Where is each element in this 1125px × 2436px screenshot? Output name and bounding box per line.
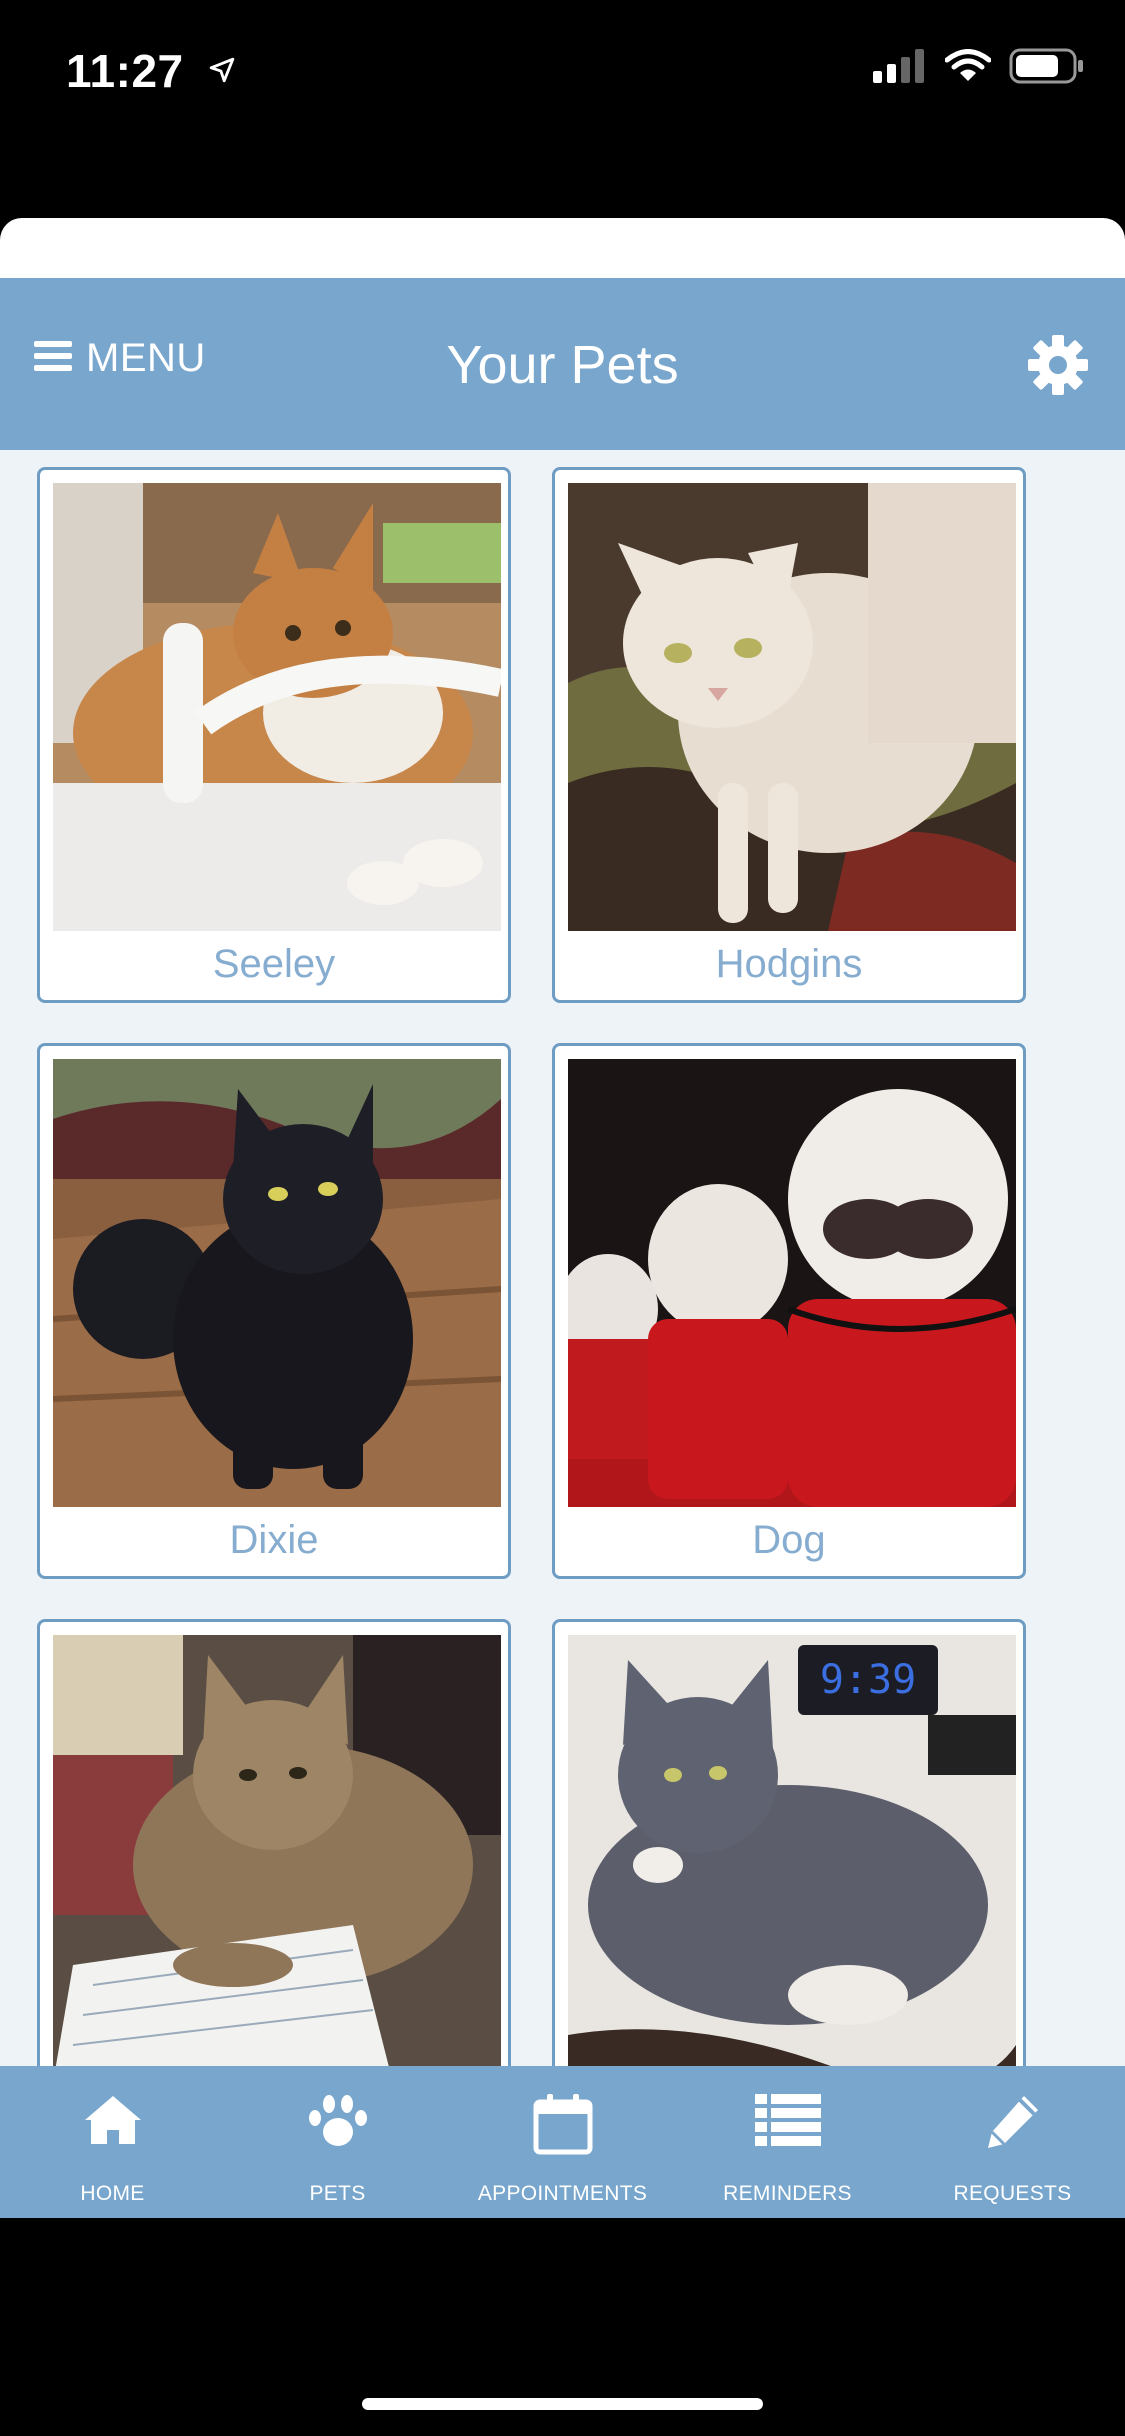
app-screen: 11:27 MENU Your Pets Seeley Hodgins Dixi… <box>0 0 1125 2436</box>
gear-icon <box>1027 335 1089 400</box>
pet-photo <box>53 483 501 931</box>
app-header: MENU Your Pets <box>0 278 1125 450</box>
tab-home[interactable]: HOME <box>0 2066 225 2218</box>
pet-photo: 9:39 <box>568 1635 1016 2066</box>
pet-card[interactable]: Seeley <box>37 467 511 1003</box>
tab-label: REMINDERS <box>723 2182 852 2205</box>
calendar-icon <box>533 2092 593 2161</box>
tab-label: APPOINTMENTS <box>477 2182 648 2205</box>
pet-photo <box>53 1059 501 1507</box>
status-icons <box>873 48 1085 89</box>
pet-card[interactable]: Hodgins <box>552 467 1026 1003</box>
pet-card[interactable]: Dog <box>552 1043 1026 1579</box>
svg-text:9:39: 9:39 <box>820 1657 916 1703</box>
pets-grid: Seeley Hodgins Dixie Dog 9:39 <box>0 450 1125 2066</box>
home-indicator[interactable] <box>362 2398 763 2410</box>
cellular-signal-icon <box>873 49 927 88</box>
sheet-top <box>0 218 1125 278</box>
tab-label: REQUESTS <box>953 2182 1072 2205</box>
pet-photo <box>568 1059 1016 1507</box>
pet-name: Seeley <box>212 942 336 986</box>
pet-name: Dixie <box>229 1518 319 1562</box>
pencil-icon <box>984 2092 1042 2155</box>
settings-button[interactable] <box>1027 334 1089 396</box>
pet-photo <box>53 1635 501 2066</box>
pet-name: Dog <box>752 1518 826 1562</box>
tab-appointments[interactable]: APPOINTMENTS <box>450 2066 675 2218</box>
tab-reminders[interactable]: REMINDERS <box>675 2066 900 2218</box>
battery-icon <box>1009 48 1085 89</box>
home-icon <box>83 2092 143 2153</box>
tab-pets[interactable]: PETS <box>225 2066 450 2218</box>
tab-label: PETS <box>309 2182 366 2205</box>
pet-card[interactable]: 9:39 <box>552 1619 1026 2066</box>
tab-requests[interactable]: REQUESTS <box>900 2066 1125 2218</box>
location-arrow-icon <box>209 40 235 94</box>
pet-card[interactable] <box>37 1619 511 2066</box>
pet-photo <box>568 483 1016 931</box>
pet-card[interactable]: Dixie <box>37 1043 511 1579</box>
tab-label: HOME <box>80 2182 145 2205</box>
paw-icon <box>307 2092 369 2155</box>
page-title: Your Pets <box>446 335 679 395</box>
status-time: 11:27 <box>66 40 235 98</box>
status-bar: 11:27 <box>0 0 1125 140</box>
time-text: 11:27 <box>66 45 184 97</box>
pet-name: Hodgins <box>715 942 863 986</box>
bottom-tab-bar: HOME PETS APPOINTMENTS REMINDERS REQUEST… <box>0 2066 1125 2218</box>
wifi-icon <box>944 49 992 88</box>
list-icon <box>754 2092 821 2153</box>
